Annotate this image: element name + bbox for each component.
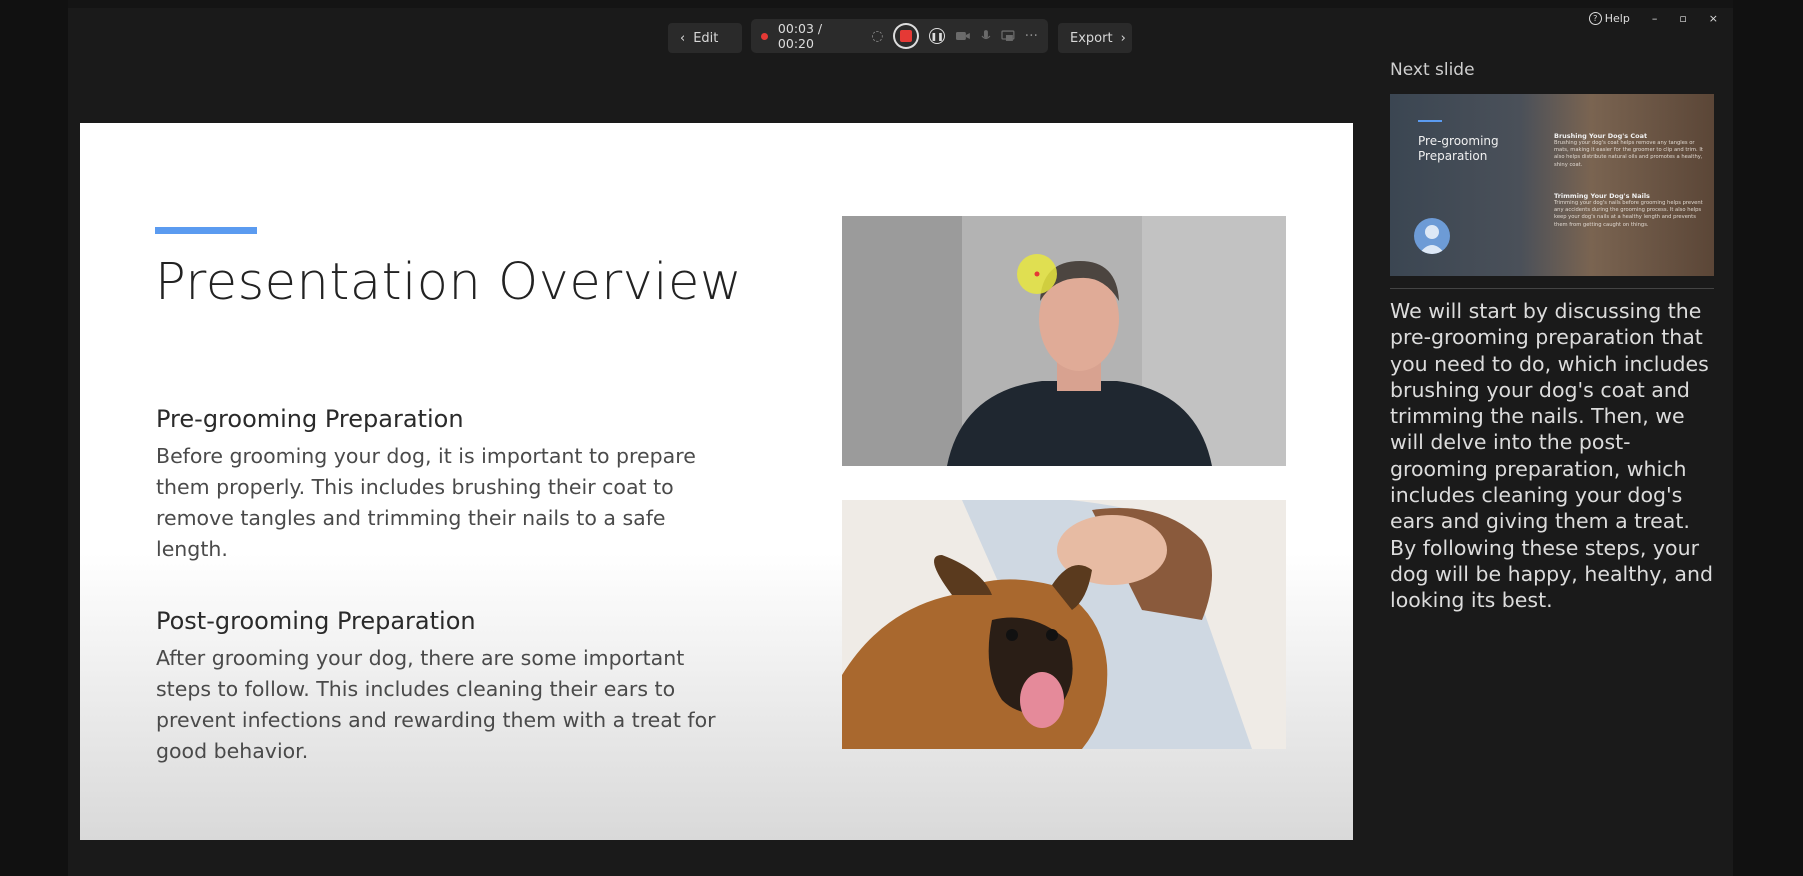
thumbnail-section-body: Trimming your dog's nails before groomin… bbox=[1554, 200, 1703, 228]
laser-pointer-dot bbox=[1034, 271, 1040, 277]
presenter-video bbox=[842, 216, 1286, 466]
minimize-button[interactable]: – bbox=[1652, 12, 1658, 25]
dog-illustration bbox=[842, 500, 1286, 749]
close-button[interactable]: × bbox=[1709, 12, 1718, 25]
help-button[interactable]: ? Help bbox=[1588, 12, 1630, 25]
thumbnail-accent-bar bbox=[1418, 120, 1442, 122]
chevron-right-icon: › bbox=[1120, 30, 1126, 46]
panel-divider bbox=[1390, 288, 1714, 289]
dog-photo bbox=[842, 500, 1286, 749]
presenter-camera-feed bbox=[842, 216, 1286, 466]
export-button[interactable]: Export › bbox=[1058, 23, 1132, 53]
person-icon bbox=[1419, 225, 1445, 254]
edit-button[interactable]: ‹ Edit bbox=[668, 23, 742, 53]
thumbnail-section: Trimming Your Dog's Nails Trimming your … bbox=[1554, 192, 1704, 229]
slide-accent-bar bbox=[155, 227, 257, 234]
chevron-left-icon: ‹ bbox=[680, 30, 686, 46]
pause-button[interactable]: ❚❚ bbox=[929, 28, 946, 44]
speaker-notes: We will start by discussing the pre-groo… bbox=[1390, 299, 1713, 613]
restore-button[interactable]: ▫ bbox=[1679, 12, 1686, 25]
recording-studio-window: ‹ Edit 00:03 / 00:20 ◌ ❚❚ ··· Export › ?… bbox=[68, 8, 1733, 876]
section-body: After grooming your dog, there are some … bbox=[156, 646, 716, 763]
thumbnail-section-heading: Brushing Your Dog's Coat bbox=[1554, 132, 1648, 140]
section-body: Before grooming your dog, it is importan… bbox=[156, 444, 696, 561]
section-heading: Pre-grooming Preparation bbox=[156, 405, 464, 433]
camera-icon[interactable] bbox=[955, 30, 971, 42]
next-slide-label: Next slide bbox=[1390, 60, 1475, 80]
stop-record-button[interactable] bbox=[893, 23, 920, 49]
help-icon: ? bbox=[1588, 12, 1602, 25]
recording-controls: 00:03 / 00:20 ◌ ❚❚ ··· bbox=[751, 19, 1048, 53]
microphone-icon[interactable] bbox=[981, 29, 991, 43]
more-options-icon[interactable]: ··· bbox=[1025, 28, 1038, 44]
edit-button-label: Edit bbox=[693, 30, 719, 46]
refresh-icon[interactable]: ◌ bbox=[871, 28, 883, 44]
help-label: Help bbox=[1604, 12, 1630, 25]
thumbnail-avatar bbox=[1414, 218, 1450, 254]
left-letterbox bbox=[0, 0, 68, 876]
right-letterbox bbox=[1733, 0, 1803, 876]
current-slide: Presentation Overview Pre-grooming Prepa… bbox=[80, 123, 1353, 840]
thumbnail-title: Pre-grooming Preparation bbox=[1418, 134, 1499, 163]
slide-title: Presentation Overview bbox=[155, 253, 743, 312]
stop-record-icon bbox=[900, 30, 913, 42]
record-dot-icon bbox=[761, 32, 768, 40]
export-button-label: Export bbox=[1070, 30, 1113, 46]
screen-share-icon[interactable] bbox=[1001, 30, 1015, 42]
window-controls: ? Help – ▫ × bbox=[1588, 12, 1718, 25]
recording-timer: 00:03 / 00:20 bbox=[777, 21, 823, 51]
thumbnail-section: Brushing Your Dog's Coat Brushing your d… bbox=[1554, 132, 1704, 169]
thumbnail-section-body: Brushing your dog's coat helps remove an… bbox=[1554, 140, 1703, 168]
next-slide-thumbnail[interactable]: Pre-grooming Preparation Brushing Your D… bbox=[1390, 94, 1714, 276]
section-heading: Post-grooming Preparation bbox=[156, 607, 476, 635]
thumbnail-section-heading: Trimming Your Dog's Nails bbox=[1554, 192, 1650, 200]
